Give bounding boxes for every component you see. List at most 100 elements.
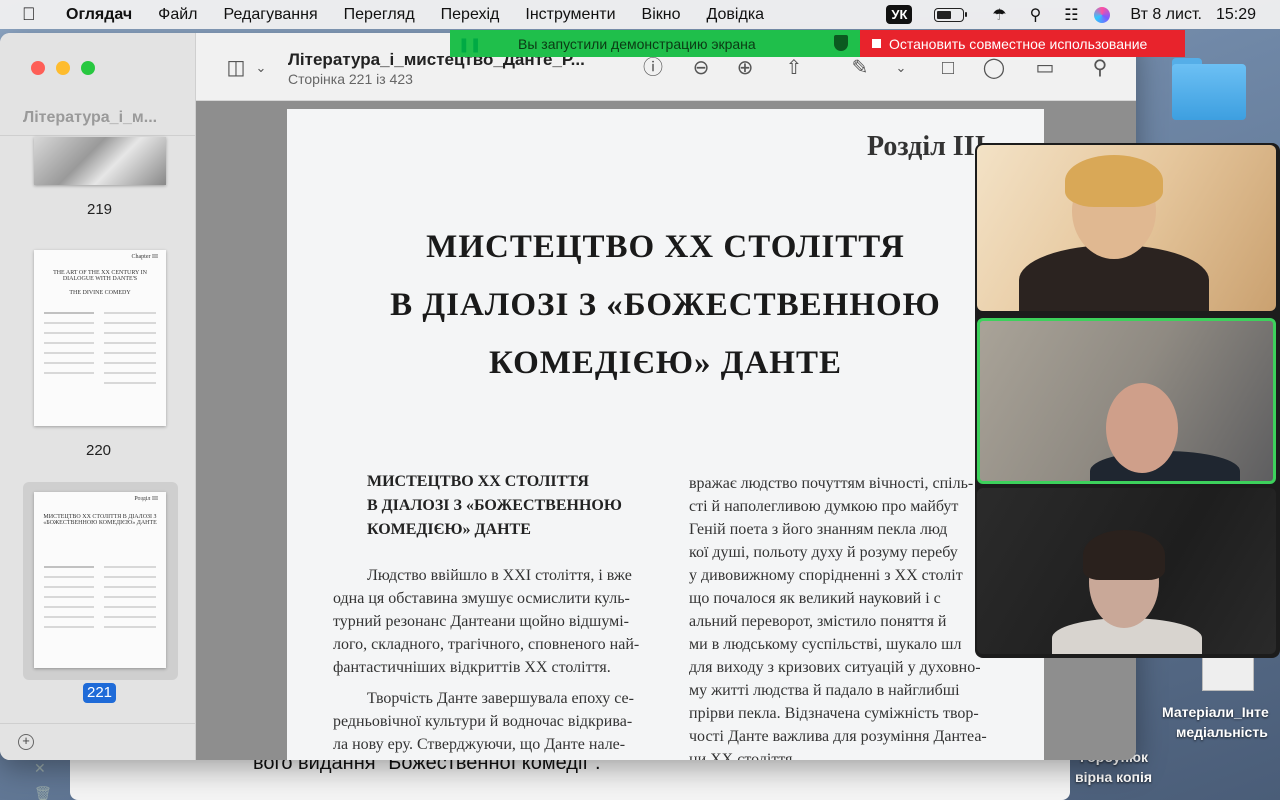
right-column-line: Геній поета з його знанням пекла люд — [689, 521, 948, 538]
thumbnail-title: THE ART OF THE XX CENTURY IN DIALOGUE WI… — [53, 270, 147, 282]
chevron-down-icon[interactable]: ⌄ — [254, 55, 268, 81]
screen-share-message: Вы запустили демонстрацию экрана — [518, 36, 756, 52]
video-tile-participant-3[interactable] — [977, 488, 1276, 654]
right-column-line: у дивовижному спорідненні з XX століт — [689, 567, 963, 584]
search-icon[interactable]: ⚲ — [1088, 55, 1112, 81]
wifi-icon[interactable]: ☂ — [986, 5, 1012, 25]
control-center-icon[interactable]: ☷ — [1058, 5, 1084, 25]
desktop-folder-icon[interactable] — [1172, 58, 1246, 120]
background-close-icon[interactable]: ✕ — [34, 760, 46, 777]
section-subtitle-line-1: МИСТЕЦТВО XX СТОЛІТТЯ — [367, 473, 589, 490]
left-column-line: Творчість Данте завершувала епоху се- — [367, 690, 634, 707]
add-page-icon[interactable]: + — [18, 734, 34, 750]
fullscreen-window-button[interactable] — [81, 61, 95, 75]
menu-go[interactable]: Перехід — [428, 6, 513, 24]
shield-icon — [834, 35, 848, 51]
menubar-date[interactable]: Вт 8 лист. — [1130, 6, 1202, 24]
desktop-label-mediality[interactable]: медіальність — [1176, 724, 1268, 740]
section-subtitle-line-2: В ДІАЛОЗІ З «БОЖЕСТВЕННОЮ — [367, 497, 622, 514]
close-window-button[interactable] — [31, 61, 45, 75]
left-column-line: Людство ввійшло в XXI століття, і вже — [367, 567, 632, 584]
right-column-line: вражає людство почуттям вічності, спіль- — [689, 475, 974, 492]
rotate-icon[interactable]: □ — [936, 55, 960, 81]
right-column-line: сті й наполегливою думкою про майбут — [689, 498, 959, 515]
desktop-label-materials[interactable]: Матеріали_Інте — [1162, 704, 1269, 720]
chapter-heading: Розділ III — [867, 131, 986, 162]
siri-icon[interactable] — [1094, 6, 1111, 23]
sidebar-bottom-divider — [0, 723, 196, 724]
battery-icon[interactable] — [934, 7, 968, 22]
background-trash-icon[interactable]: 🗑 — [34, 785, 52, 800]
zoom-out-icon[interactable]: ⊖ — [688, 55, 714, 81]
menu-view[interactable]: Перегляд — [331, 6, 428, 24]
menu-app-name[interactable]: Оглядач — [52, 6, 145, 24]
left-column-line: одна ця обставина змушує осмислити куль- — [333, 590, 630, 607]
thumbnail-chapter: Розділ III — [134, 496, 158, 502]
preview-window: Література_і_м... 219 Chapter III THE AR… — [0, 33, 1136, 760]
left-column-line: редньовічної культури й водночас відкрив… — [333, 713, 633, 730]
right-column-line: ни XX століття — [689, 751, 793, 760]
thumbnail-title: МИСТЕЦТВО XX СТОЛІТТЯ В ДІАЛОЗІ З «БОЖЕС… — [43, 514, 157, 526]
share-icon[interactable]: ⇧ — [782, 55, 806, 81]
annotate-icon[interactable]: ◯ — [982, 55, 1006, 81]
thumbnail-chapter: Chapter III — [131, 254, 159, 260]
thumbnail-label-219: 219 — [87, 201, 113, 218]
form-fill-icon[interactable]: ▭ — [1030, 55, 1060, 81]
screen-share-status[interactable]: ❚❚ Вы запустили демонстрацию экрана — [450, 30, 860, 57]
sidebar-title: Література_і_м... — [23, 109, 158, 126]
thumbnail-subtitle: THE DIVINE COMEDY — [69, 290, 131, 296]
markup-chevron-icon[interactable]: ⌄ — [894, 55, 908, 81]
menu-bar:  Оглядач Файл Редагування Перегляд Пере… — [0, 0, 1280, 29]
video-call-panel — [975, 143, 1280, 658]
menu-help[interactable]: Довідка — [694, 6, 778, 24]
page-title-line-3: КОМЕДІЄЮ» ДАНТЕ — [489, 345, 842, 381]
left-column-line: ла нову еру. Стверджуючи, що Данте нале- — [333, 736, 626, 753]
spotlight-search-icon[interactable]: ⚲ — [1022, 5, 1048, 25]
right-column-line: кої душі, польоту духу й розуму перебу — [689, 544, 958, 561]
stop-sharing-button[interactable]: Остановить совместное использование — [860, 30, 1185, 57]
screen-share-banner: ❚❚ Вы запустили демонстрацию экрана Оста… — [450, 30, 1185, 57]
markup-pen-icon[interactable]: ✎ — [848, 55, 872, 81]
right-column-line: прірви пекла. Відзначена суміжність твор… — [689, 705, 979, 722]
right-column-line: для виходу з кризових ситуацій у духовно… — [689, 659, 981, 676]
right-column-line: альний переворот, змістило поняття й — [689, 613, 947, 630]
right-column-line: що почалося як великий науковий і с — [689, 590, 941, 607]
thumbnail-label-221: 221 — [83, 683, 116, 703]
document-page[interactable]: Розділ III МИСТЕЦТВО XX СТОЛІТТЯ В ДІАЛО… — [287, 109, 1044, 760]
page-title-line-2: В ДІАЛОЗІ З «БОЖЕСТВЕННОЮ — [390, 287, 941, 323]
thumbnail-sidebar: Література_і_м... 219 Chapter III THE AR… — [0, 33, 196, 760]
page-thumbnail-219[interactable] — [34, 137, 166, 185]
left-column-line: лого, складного, трагічного, сповненого … — [333, 636, 640, 653]
sidebar-divider — [0, 135, 196, 136]
menu-file[interactable]: Файл — [145, 6, 210, 24]
menu-edit[interactable]: Редагування — [211, 6, 331, 24]
left-column-line: турний резонанс Дантеани щойно відшумі- — [333, 613, 630, 630]
right-column-line: ми в людському суспільстві, шукало шл — [689, 636, 962, 653]
menu-tools[interactable]: Інструменти — [512, 6, 628, 24]
section-subtitle-line-3: КОМЕДІЄЮ» ДАНТЕ — [367, 521, 531, 538]
apple-menu-icon[interactable]:  — [22, 4, 52, 25]
drag-handle-icon[interactable]: ❚❚ — [458, 36, 481, 53]
page-thumbnail-220[interactable]: Chapter III THE ART OF THE XX CENTURY IN… — [34, 250, 166, 426]
battery-level — [937, 10, 952, 19]
desktop-file-thumbnail[interactable] — [1202, 655, 1254, 691]
stop-sharing-label: Остановить совместное использование — [889, 35, 1148, 52]
minimize-window-button[interactable] — [56, 61, 70, 75]
page-thumbnail-221[interactable]: Розділ III МИСТЕЦТВО XX СТОЛІТТЯ В ДІАЛО… — [34, 492, 166, 668]
page-title-line-1: МИСТЕЦТВО XX СТОЛІТТЯ — [426, 229, 905, 265]
sidebar-toggle-icon[interactable]: ◫ — [222, 55, 250, 81]
desktop-label-true-copy[interactable]: вірна копія — [1075, 769, 1152, 785]
menu-window[interactable]: Вікно — [629, 6, 694, 24]
video-tile-participant-1[interactable] — [977, 145, 1276, 311]
right-column-line: му житті людства й падало в найглибші — [689, 682, 960, 699]
stop-icon — [872, 39, 881, 48]
keyboard-layout-badge[interactable]: УК — [886, 5, 913, 24]
left-column-line: фантастичніших відкриттів XX століття. — [333, 659, 611, 676]
info-icon[interactable]: ⓘ — [640, 55, 666, 81]
menubar-time[interactable]: 15:29 — [1216, 6, 1256, 24]
right-column-line: чості Данте важлива для розуміння Дантеа… — [689, 728, 987, 745]
thumbnail-label-220: 220 — [86, 442, 112, 459]
document-page-indicator: Сторінка 221 із 423 — [288, 71, 413, 87]
zoom-in-icon[interactable]: ⊕ — [732, 55, 758, 81]
video-tile-participant-2[interactable] — [977, 318, 1276, 484]
